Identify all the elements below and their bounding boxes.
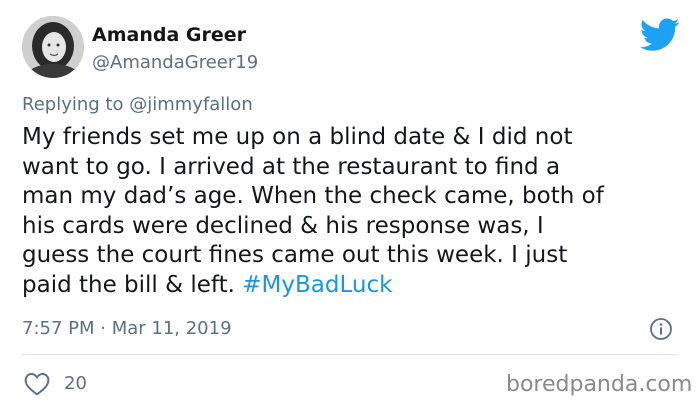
reply-context: Replying to @jimmyfallon: [22, 94, 253, 115]
tweet-text-last: paid the bill & left.: [22, 271, 235, 298]
divider: [22, 354, 678, 355]
hashtag-link[interactable]: #MyBadLuck: [242, 272, 392, 298]
tweet-text-line: want to go. I arrived at the restaurant …: [22, 153, 561, 180]
watermark: boredpanda.com: [506, 372, 693, 397]
user-handle[interactable]: @AmandaGreer19: [92, 52, 258, 73]
reply-prefix: Replying to: [22, 94, 124, 115]
tweet-text-line: guess the court fines came out this week…: [22, 242, 568, 268]
reply-mention-link[interactable]: @jimmyfallon: [129, 94, 253, 115]
tweet-text-line: his cards were declined & his response w…: [22, 212, 544, 239]
tweet-text-line: man my dad’s age. When the check came, b…: [22, 183, 604, 209]
heart-icon[interactable]: [24, 372, 50, 396]
info-icon[interactable]: [649, 317, 673, 341]
display-name[interactable]: Amanda Greer: [92, 24, 246, 46]
tweet-timestamp[interactable]: 7:57 PM · Mar 11, 2019: [22, 318, 232, 339]
tweet-text-line: My friends set me up on a blind date & I…: [22, 124, 573, 150]
twitter-bird-icon[interactable]: [640, 18, 680, 52]
profile-photo: [22, 16, 84, 78]
avatar[interactable]: [22, 16, 84, 78]
like-count: 20: [64, 373, 87, 394]
tweet-text-line: paid the bill & left. #MyBadLuck: [22, 271, 687, 301]
tweet-text: My friends set me up on a blind date & I…: [22, 123, 687, 300]
